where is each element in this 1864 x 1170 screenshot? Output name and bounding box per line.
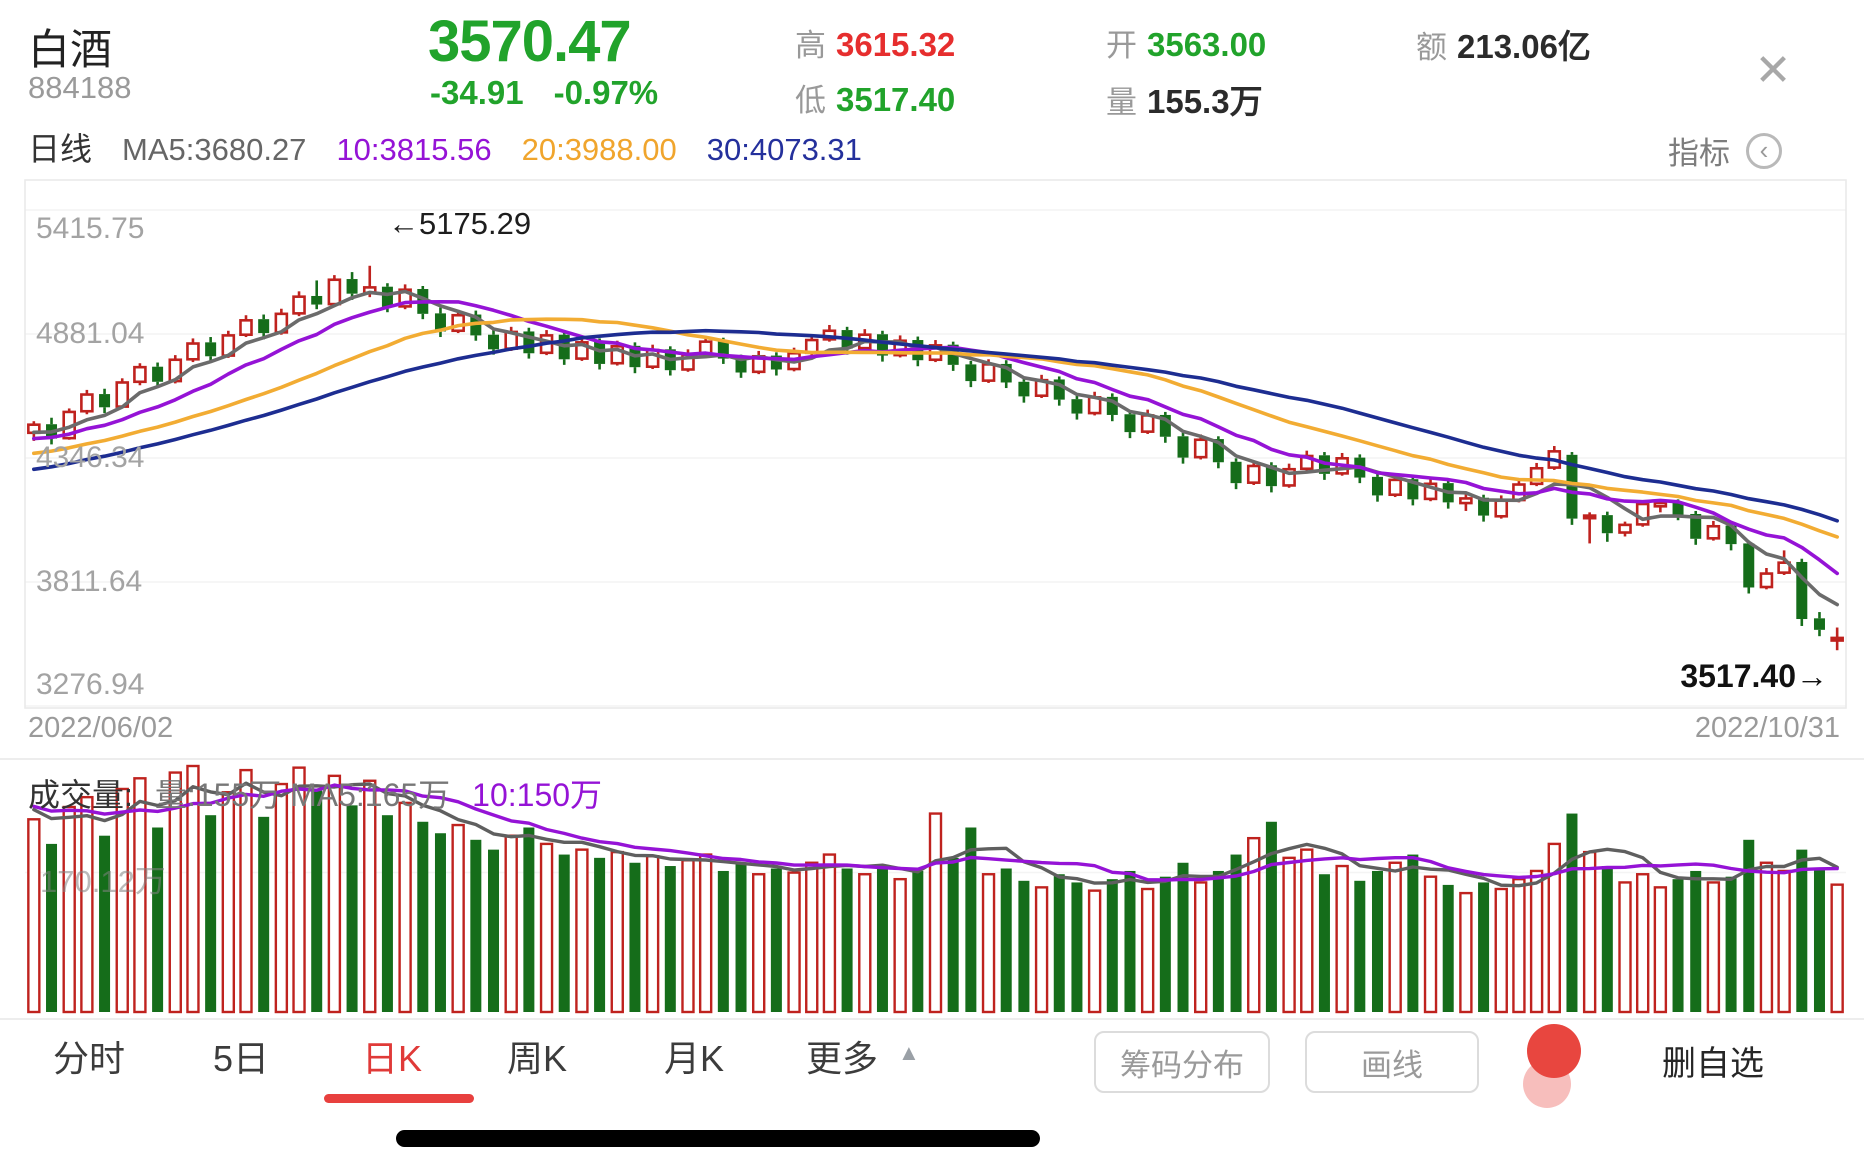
stock-name: 白酒	[28, 16, 112, 77]
price-change-pct: -0.97%	[554, 74, 659, 112]
chip-distribution-button[interactable]: 筹码分布	[1094, 1031, 1270, 1093]
ma20-readout: 20:3988.00	[522, 132, 677, 168]
record-button[interactable]	[1513, 1016, 1597, 1126]
open-label: 开	[1106, 20, 1137, 65]
volume-label: 量	[1106, 77, 1137, 122]
tab-more[interactable]: 更多	[806, 1030, 878, 1082]
price-change-row: -34.91 -0.97%	[430, 74, 658, 112]
period-label[interactable]: 日线	[28, 124, 92, 170]
stock-code: 884188	[28, 70, 131, 106]
volume-pane-title: 成交量:	[28, 770, 133, 816]
y-tick: 5415.75	[36, 212, 144, 246]
amount-label: 额	[1416, 22, 1447, 67]
record-dot-icon	[1527, 1024, 1581, 1078]
low-price-annotation: 3517.40→	[1560, 658, 1828, 695]
low-label: 低	[795, 75, 826, 120]
y-tick: 3276.94	[36, 668, 144, 702]
ma-indicator-row: 日线 MA5:3680.27 10:3815.56 20:3988.00 30:…	[28, 124, 862, 170]
tab-monthly-k[interactable]: 月K	[664, 1030, 724, 1082]
amount-block: 额 213.06亿	[1416, 20, 1591, 68]
draw-line-button[interactable]: 画线	[1305, 1031, 1479, 1093]
tab-5day[interactable]: 5日	[213, 1030, 269, 1082]
peak-price-annotation: ←5175.29	[388, 206, 531, 242]
chevron-left-circle-icon[interactable]: ‹	[1746, 133, 1782, 169]
more-arrow-up-icon[interactable]: ▲	[898, 1040, 920, 1066]
volume-ma10-readout: 10:150万	[472, 770, 602, 816]
high-label: 高	[795, 20, 826, 65]
delete-watchlist-button[interactable]: 删自选	[1662, 1036, 1764, 1085]
stock-app-window: 白酒 884188 3570.47 -34.91 -0.97% 高 3615.3…	[0, 0, 1864, 1170]
ma10-readout: 10:3815.56	[336, 132, 491, 168]
close-icon[interactable]: ✕	[1745, 42, 1801, 98]
price-change: -34.91	[430, 74, 524, 112]
last-price: 3570.47	[428, 8, 631, 75]
volume-value: 155.3万	[1147, 75, 1263, 123]
y-tick: 3811.64	[36, 565, 142, 599]
y-tick: 4881.04	[36, 317, 144, 351]
tab-weekly-k[interactable]: 周K	[507, 1030, 567, 1082]
volume-scale-label: 170.12万	[40, 856, 166, 901]
open-volume-block: 开 3563.00 量 155.3万	[1106, 20, 1266, 123]
tab-minute-chart[interactable]: 分时	[53, 1030, 125, 1082]
amount-value: 213.06亿	[1457, 20, 1591, 68]
y-tick: 4346.34	[36, 441, 144, 475]
volume-ma5-readout: 量:155万 MA5:165万	[155, 770, 450, 816]
ma5-readout: MA5:3680.27	[122, 132, 306, 168]
indicator-settings[interactable]: 指标 ‹	[1668, 128, 1782, 173]
open-value: 3563.00	[1147, 26, 1266, 64]
kline-chart-canvas[interactable]	[0, 0, 1864, 1170]
start-date: 2022/06/02	[28, 712, 173, 745]
indicator-label[interactable]: 指标	[1668, 128, 1730, 173]
volume-readout-row: 成交量: 量:155万 MA5:165万 10:150万	[28, 770, 602, 816]
end-date: 2022/10/31	[1556, 712, 1840, 745]
high-value: 3615.32	[836, 26, 955, 64]
active-tab-underline	[324, 1094, 474, 1103]
home-indicator[interactable]	[396, 1130, 1040, 1147]
low-value: 3517.40	[836, 81, 955, 119]
high-low-block: 高 3615.32 低 3517.40	[795, 20, 955, 120]
tab-daily-k[interactable]: 日K	[362, 1030, 422, 1082]
ma30-readout: 30:4073.31	[707, 132, 862, 168]
